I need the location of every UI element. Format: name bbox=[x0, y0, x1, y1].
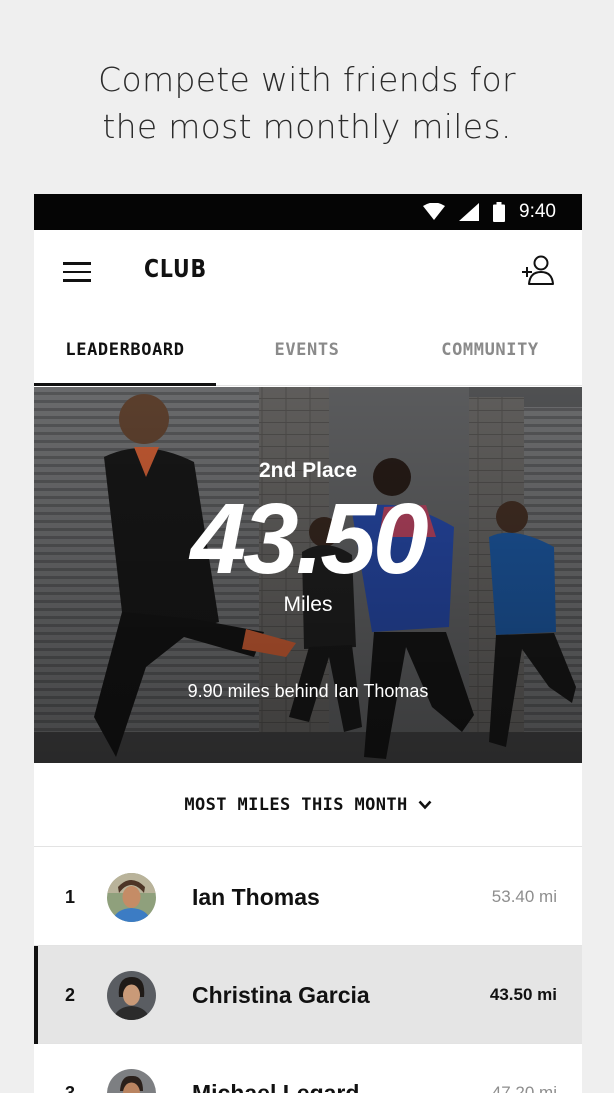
promo-line-2: the most monthly miles. bbox=[102, 107, 512, 146]
status-time: 9:40 bbox=[519, 201, 556, 222]
runner-distance: 43.50 mi bbox=[489, 985, 557, 1004]
app-bar: CLUB bbox=[34, 230, 582, 314]
tab-events[interactable]: EVENTS bbox=[216, 314, 398, 386]
runner-distance: 53.40 mi bbox=[491, 887, 557, 906]
runner-distance: 47.20 mi bbox=[491, 1083, 557, 1093]
tab-community[interactable]: COMMUNITY bbox=[398, 314, 582, 386]
signal-icon bbox=[459, 203, 480, 221]
miles-unit-label: Miles bbox=[283, 593, 333, 616]
total-miles-value: 43.50 bbox=[190, 483, 428, 595]
tab-bar: LEADERBOARD EVENTS COMMUNITY bbox=[34, 314, 582, 386]
menu-icon[interactable] bbox=[63, 262, 91, 282]
leaderboard-filter-dropdown[interactable]: MOST MILES THIS MONTH bbox=[34, 763, 582, 847]
tab-leaderboard[interactable]: LEADERBOARD bbox=[34, 314, 216, 386]
wifi-icon bbox=[423, 203, 446, 220]
avatar bbox=[107, 873, 156, 922]
status-bar: 9:40 bbox=[34, 194, 582, 230]
runner-name: Christina Garcia bbox=[192, 982, 370, 1008]
active-tab-indicator bbox=[34, 383, 216, 386]
runner-name: Michael Legard bbox=[192, 1080, 360, 1093]
chevron-down-icon bbox=[418, 800, 432, 809]
rank-number: 2 bbox=[65, 985, 76, 1005]
avatar bbox=[107, 971, 156, 1020]
leaderboard-row[interactable]: 1 Ian Thomas 53.40 mi bbox=[34, 848, 582, 946]
rank-number: 1 bbox=[65, 887, 76, 907]
promo-headline: Compete with friends for the most monthl… bbox=[0, 56, 614, 150]
filter-label: MOST MILES THIS MONTH bbox=[184, 794, 408, 815]
runner-name: Ian Thomas bbox=[192, 884, 320, 910]
phone-screen: 9:40 CLUB LEADERBOARD EVENTS COMMUNITY 2… bbox=[34, 194, 582, 1093]
leaderboard-row-current-user[interactable]: 2 Christina Garcia 43.50 mi bbox=[34, 946, 582, 1044]
hero-banner: 2nd Place 43.50 Miles 9.90 miles behind … bbox=[34, 387, 582, 763]
leaderboard-row[interactable]: 3 Michael Legard 47.20 mi bbox=[34, 1044, 582, 1093]
battery-icon bbox=[493, 202, 506, 222]
avatar bbox=[107, 1069, 156, 1093]
behind-leader-text: 9.90 miles behind Ian Thomas bbox=[187, 681, 429, 701]
add-friend-icon[interactable] bbox=[520, 252, 556, 288]
place-label: 2nd Place bbox=[258, 459, 358, 482]
rank-number: 3 bbox=[65, 1083, 76, 1093]
promo-line-1: Compete with friends for bbox=[98, 60, 516, 99]
page-title: CLUB bbox=[144, 254, 207, 283]
